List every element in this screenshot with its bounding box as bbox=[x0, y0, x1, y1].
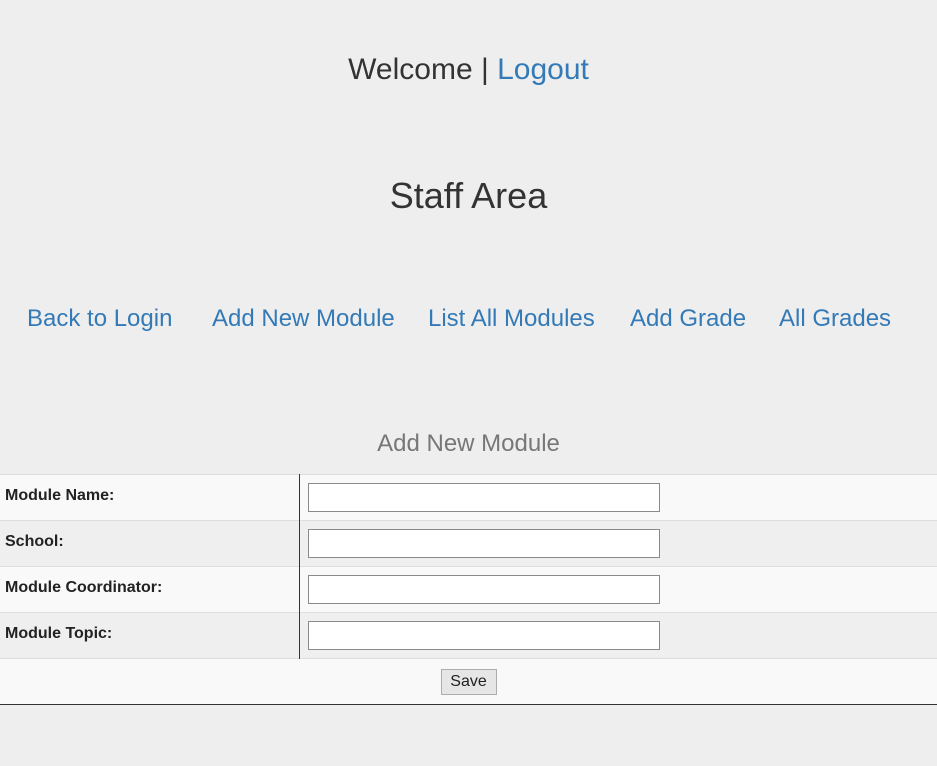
form-title: Add New Module bbox=[377, 430, 560, 457]
school-input[interactable] bbox=[307, 529, 660, 558]
staff-area-page: Welcome | Logout Staff Area Back to Logi… bbox=[0, 0, 937, 766]
school-label: School: bbox=[0, 520, 300, 567]
form-row-module-topic: Module Topic: bbox=[0, 612, 937, 659]
form-row-module-coordinator: Module Coordinator: bbox=[0, 566, 937, 613]
welcome-text: Welcome bbox=[348, 53, 473, 86]
page-title: Staff Area bbox=[389, 175, 548, 216]
module-name-label: Module Name: bbox=[0, 474, 300, 521]
staff-nav: Back to Login Add New Module List All Mo… bbox=[0, 302, 937, 336]
module-coordinator-input[interactable] bbox=[307, 575, 660, 604]
module-topic-label: Module Topic: bbox=[0, 612, 300, 659]
nav-all-grades[interactable]: All Grades bbox=[779, 302, 891, 336]
nav-list-all-modules[interactable]: List All Modules bbox=[428, 302, 595, 336]
logout-link[interactable]: Logout bbox=[497, 53, 589, 86]
module-topic-input[interactable] bbox=[307, 621, 660, 650]
nav-add-grade[interactable]: Add Grade bbox=[630, 302, 746, 336]
form-row-save: Save bbox=[0, 658, 937, 705]
form-row-school: School: bbox=[0, 520, 937, 567]
welcome-separator: | bbox=[472, 53, 498, 86]
welcome-bar: Welcome | Logout bbox=[0, 50, 937, 90]
nav-back-to-login[interactable]: Back to Login bbox=[27, 302, 172, 336]
nav-add-new-module[interactable]: Add New Module bbox=[212, 302, 395, 336]
form-row-module-name: Module Name: bbox=[0, 474, 937, 521]
save-button[interactable]: Save bbox=[440, 668, 497, 695]
module-name-input[interactable] bbox=[307, 483, 660, 512]
module-coordinator-label: Module Coordinator: bbox=[0, 566, 300, 613]
add-module-form: Module Name: School: Module Coordinator:… bbox=[0, 474, 937, 705]
